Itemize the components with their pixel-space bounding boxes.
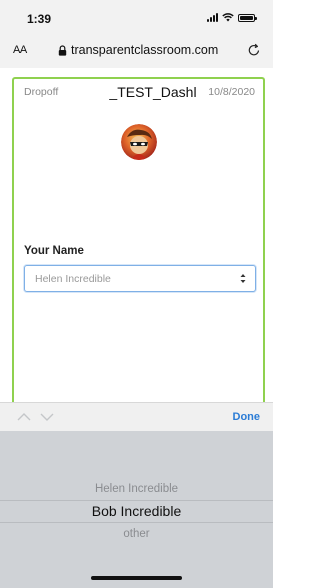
chevron-down-icon[interactable] — [40, 412, 54, 422]
select-arrows-icon — [240, 274, 246, 283]
text-size-label: AA — [13, 44, 27, 56]
text-size-button[interactable]: AA — [13, 44, 27, 56]
status-bar: 1:39 — [0, 0, 273, 34]
name-select-value: Helen Incredible — [35, 273, 111, 285]
picker-wheel[interactable]: Helen Incredible Bob Incredible other — [0, 431, 273, 588]
status-time: 1:39 — [27, 12, 52, 26]
battery-icon — [238, 13, 257, 22]
keyboard-accessory-bar: Done — [0, 402, 273, 431]
wifi-icon — [222, 13, 234, 22]
picker-option[interactable]: other — [0, 528, 273, 540]
picker-option[interactable]: Helen Incredible — [0, 483, 273, 495]
phone-screen: 1:39 AA transparentclassroom.com Dropoff… — [0, 0, 273, 588]
cellular-signal-icon — [207, 13, 218, 22]
your-name-label: Your Name — [24, 245, 84, 257]
avatar — [121, 124, 157, 160]
dropoff-form-card: Dropoff _TEST_Dashl 10/8/2020 Your Name … — [12, 77, 265, 417]
browser-address-bar: AA transparentclassroom.com — [0, 34, 273, 68]
reload-icon[interactable] — [247, 43, 261, 57]
status-icons — [207, 13, 257, 22]
date-label: 10/8/2020 — [208, 86, 255, 98]
home-indicator[interactable] — [91, 576, 182, 580]
class-name: _TEST_Dashl — [109, 84, 197, 100]
picker-option-selected[interactable]: Bob Incredible — [0, 503, 273, 519]
dropoff-label: Dropoff — [24, 86, 59, 98]
url-text: transparentclassroom.com — [71, 43, 219, 57]
web-content: Dropoff _TEST_Dashl 10/8/2020 Your Name … — [0, 68, 273, 417]
lock-icon — [58, 44, 67, 56]
done-button[interactable]: Done — [233, 411, 261, 423]
url-field[interactable]: transparentclassroom.com — [58, 43, 218, 57]
chevron-up-icon[interactable] — [17, 412, 31, 422]
name-select[interactable]: Helen Incredible — [24, 265, 256, 292]
